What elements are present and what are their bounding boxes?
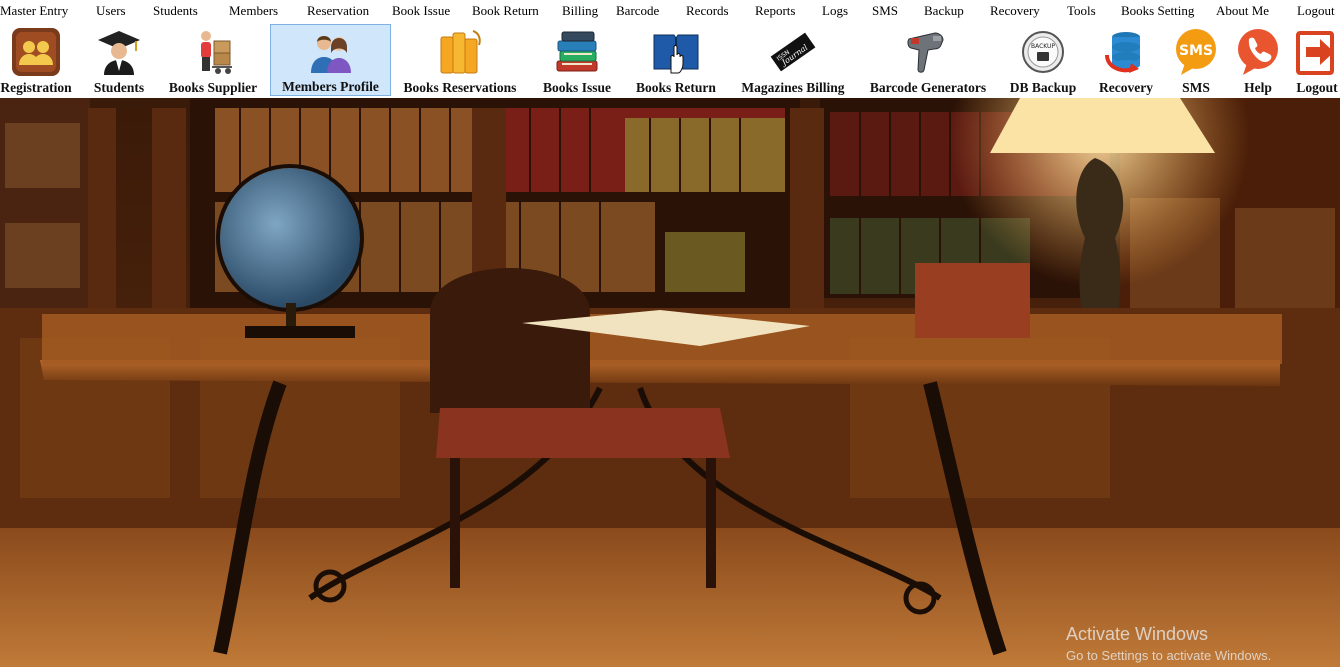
logout-icon bbox=[1294, 26, 1340, 78]
books-return-button[interactable]: Books Return bbox=[630, 24, 722, 96]
registration-button[interactable]: Registration bbox=[0, 24, 72, 96]
windows-activation-watermark: Activate Windows Go to Settings to activ… bbox=[1066, 624, 1271, 663]
menu-backup[interactable]: Backup bbox=[924, 3, 964, 19]
barcode-scanner-icon bbox=[902, 26, 954, 78]
menu-members[interactable]: Members bbox=[229, 3, 278, 19]
barcode-generators-button[interactable]: Barcode Generators bbox=[864, 24, 992, 96]
menu-books-setting[interactable]: Books Setting bbox=[1121, 3, 1194, 19]
books-issue-label: Books Issue bbox=[543, 80, 611, 95]
menu-about-me[interactable]: About Me bbox=[1216, 3, 1269, 19]
menu-master-entry[interactable]: Master Entry bbox=[0, 3, 68, 19]
help-button[interactable]: Help bbox=[1230, 24, 1286, 96]
books-supplier-label: Books Supplier bbox=[168, 80, 258, 95]
menu-reservation[interactable]: Reservation bbox=[307, 3, 369, 19]
registration-label: Registration bbox=[0, 80, 72, 95]
database-recovery-icon bbox=[1100, 26, 1152, 78]
menu-book-return[interactable]: Book Return bbox=[472, 3, 539, 19]
db-backup-button[interactable]: BACKUP DB Backup bbox=[1006, 24, 1080, 96]
menu-logs[interactable]: Logs bbox=[822, 3, 848, 19]
books-issue-button[interactable]: Books Issue bbox=[536, 24, 618, 96]
books-supplier-button[interactable]: Books Supplier bbox=[164, 24, 262, 96]
book-return-icon bbox=[650, 26, 702, 78]
delivery-man-icon bbox=[187, 26, 239, 78]
toolbar: Registration Students Books Supplier Mem… bbox=[0, 22, 1340, 98]
journal-icon: ISSN Journal bbox=[767, 26, 819, 78]
sms-label: SMS bbox=[1182, 80, 1210, 95]
menu-users[interactable]: Users bbox=[96, 3, 126, 19]
sms-button[interactable]: SMS SMS bbox=[1168, 24, 1224, 96]
backup-icon-text: BACKUP bbox=[1031, 43, 1055, 50]
recovery-label: Recovery bbox=[1099, 80, 1153, 95]
library-background-image bbox=[0, 98, 1340, 667]
backup-icon: BACKUP bbox=[1017, 26, 1069, 78]
students-button[interactable]: Students bbox=[88, 24, 150, 96]
books-reservations-button[interactable]: Books Reservations bbox=[398, 24, 522, 96]
menu-recovery[interactable]: Recovery bbox=[990, 3, 1040, 19]
menu-students[interactable]: Students bbox=[153, 3, 198, 19]
menu-logout[interactable]: Logout bbox=[1297, 3, 1335, 19]
help-label: Help bbox=[1244, 80, 1272, 95]
books-reservations-label: Books Reservations bbox=[403, 80, 517, 95]
magazines-billing-button[interactable]: ISSN Journal Magazines Billing bbox=[734, 24, 852, 96]
members-profile-button[interactable]: Members Profile bbox=[270, 24, 391, 96]
registration-icon bbox=[10, 26, 62, 78]
sms-icon: SMS bbox=[1170, 26, 1222, 78]
magazines-billing-label: Magazines Billing bbox=[741, 80, 845, 95]
watermark-title: Activate Windows bbox=[1066, 624, 1209, 644]
barcode-generators-label: Barcode Generators bbox=[869, 80, 987, 95]
books-folder-icon bbox=[434, 26, 486, 78]
graduate-icon bbox=[93, 26, 145, 78]
menu-book-issue[interactable]: Book Issue bbox=[392, 3, 450, 19]
members-profile-label: Members Profile bbox=[282, 79, 379, 94]
db-backup-label: DB Backup bbox=[1009, 80, 1077, 95]
phone-help-icon bbox=[1232, 26, 1284, 78]
book-stack-icon bbox=[551, 26, 603, 78]
menu-sms[interactable]: SMS bbox=[872, 3, 898, 19]
sms-icon-text: SMS bbox=[1179, 43, 1213, 59]
menu-bar: Master Entry Users Students Members Rese… bbox=[0, 0, 1340, 22]
recovery-button[interactable]: Recovery bbox=[1092, 24, 1160, 96]
menu-records[interactable]: Records bbox=[686, 3, 729, 19]
members-icon bbox=[305, 27, 357, 77]
menu-barcode[interactable]: Barcode bbox=[616, 3, 659, 19]
logout-button[interactable]: Logout bbox=[1294, 24, 1340, 96]
menu-reports[interactable]: Reports bbox=[755, 3, 795, 19]
books-return-label: Books Return bbox=[636, 80, 716, 95]
menu-billing[interactable]: Billing bbox=[562, 3, 598, 19]
logout-label: Logout bbox=[1296, 80, 1338, 95]
students-label: Students bbox=[93, 80, 145, 95]
menu-tools[interactable]: Tools bbox=[1067, 3, 1096, 19]
watermark-subtitle: Go to Settings to activate Windows. bbox=[1066, 648, 1272, 663]
